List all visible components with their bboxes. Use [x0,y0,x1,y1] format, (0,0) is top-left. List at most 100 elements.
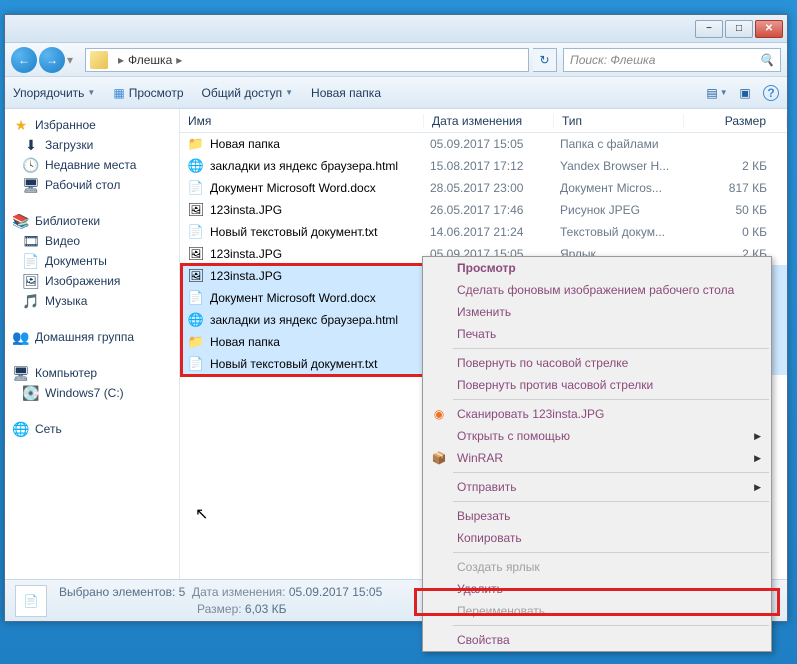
file-row[interactable]: 📄Новый текстовый документ.txt14.06.2017 … [180,221,787,243]
desktop-icon: 🖥 [23,177,39,193]
status-text: Выбрано элементов: 5 Дата изменения: 05.… [59,584,382,618]
path-segment[interactable]: Флешка [128,53,172,67]
column-size[interactable]: Размер [684,114,787,128]
ctx-copy[interactable]: Копировать [423,527,771,549]
library-icon: 📚 [13,213,29,229]
refresh-button[interactable]: ↻ [533,48,557,72]
search-placeholder: Поиск: Флешка [570,53,655,67]
html-icon: 🌐 [188,158,204,174]
txt-icon: 📄 [188,224,204,240]
view-menu-icon[interactable]: ▤▼ [707,83,727,103]
sidebar-favorites-header[interactable]: ★Избранное [5,115,179,135]
search-input[interactable]: Поиск: Флешка 🔍 [563,48,781,72]
selection-count: Выбрано элементов: 5 [59,585,185,599]
doc-icon: 📄 [188,180,204,196]
path-separator: ▸ [176,53,182,67]
ctx-scan[interactable]: ◉Сканировать 123insta.JPG [423,403,771,425]
sidebar-item-music[interactable]: 🎵Музыка [5,291,179,311]
file-row[interactable]: 🌐закладки из яндекс браузера.html15.08.2… [180,155,787,177]
mouse-cursor: ↖ [195,504,208,524]
ctx-separator [453,501,769,502]
preview-action[interactable]: ▦Просмотр [113,86,183,100]
file-row[interactable]: 📄Документ Microsoft Word.docx28.05.2017 … [180,177,787,199]
ctx-separator [453,348,769,349]
navigation-bar: ← → ▾ ▸ Флешка ▸ ↻ Поиск: Флешка 🔍 [5,43,787,77]
sidebar-item-downloads[interactable]: ⬇Загрузки [5,135,179,155]
sidebar-computer[interactable]: 🖥Компьютер [5,363,179,383]
sidebar-item-desktop[interactable]: 🖥Рабочий стол [5,175,179,195]
organize-menu[interactable]: Упорядочить▼ [13,86,95,100]
context-menu: Просмотр Сделать фоновым изображением ра… [422,256,772,652]
ctx-set-wallpaper[interactable]: Сделать фоновым изображением рабочего ст… [423,279,771,301]
ctx-separator [453,472,769,473]
ctx-send-to[interactable]: Отправить▶ [423,476,771,498]
ctx-cut[interactable]: Вырезать [423,505,771,527]
submenu-arrow-icon: ▶ [754,482,761,493]
ctx-create-shortcut: Создать ярлык [423,556,771,578]
back-button[interactable]: ← [11,47,37,73]
folder-icon: 📁 [188,334,204,350]
title-bar: − □ ✕ [5,15,787,43]
image-icon: 🖼 [23,273,39,289]
sidebar: ★Избранное ⬇Загрузки 🕓Недавние места 🖥Ра… [5,109,180,579]
selection-thumbnail: 📄 [15,585,47,617]
sidebar-libraries-header[interactable]: 📚Библиотеки [5,211,179,231]
preview-pane-icon[interactable]: ▣ [735,83,755,103]
homegroup-icon: 👥 [13,329,29,345]
ctx-rotate-ccw[interactable]: Повернуть против часовой стрелки [423,374,771,396]
avast-icon: ◉ [431,406,447,422]
file-row[interactable]: 📁Новая папка05.09.2017 15:05Папка с файл… [180,133,787,155]
video-icon: 🎞 [23,233,39,249]
search-icon: 🔍 [759,53,774,67]
maximize-button[interactable]: □ [725,20,753,38]
sidebar-homegroup[interactable]: 👥Домашняя группа [5,327,179,347]
column-date[interactable]: Дата изменения [424,114,554,128]
column-type[interactable]: Тип [554,114,684,128]
submenu-arrow-icon: ▶ [754,431,761,442]
sidebar-item-video[interactable]: 🎞Видео [5,231,179,251]
ctx-edit[interactable]: Изменить [423,301,771,323]
drive-icon: 💽 [23,385,39,401]
network-icon: 🌐 [13,421,29,437]
txt-icon: 📄 [188,356,204,372]
ctx-properties[interactable]: Свойства [423,629,771,651]
help-icon[interactable]: ? [763,85,779,101]
sidebar-network[interactable]: 🌐Сеть [5,419,179,439]
recent-icon: 🕓 [23,157,39,173]
column-headers: Имя Дата изменения Тип Размер [180,109,787,133]
file-row[interactable]: 🖼123insta.JPG26.05.2017 17:46Рисунок JPE… [180,199,787,221]
html-icon: 🌐 [188,312,204,328]
winrar-icon: 📦 [431,450,447,466]
history-dropdown-icon[interactable]: ▾ [67,53,81,67]
ctx-separator [453,399,769,400]
close-button[interactable]: ✕ [755,20,783,38]
ctx-delete[interactable]: Удалить [423,578,771,600]
shortcut-icon: 🖼 [188,246,204,262]
minimize-button[interactable]: − [695,20,723,38]
ctx-separator [453,552,769,553]
new-folder-action[interactable]: Новая папка [311,86,381,100]
address-bar[interactable]: ▸ Флешка ▸ [85,48,529,72]
star-icon: ★ [13,117,29,133]
ctx-print[interactable]: Печать [423,323,771,345]
doc-icon: 📄 [188,290,204,306]
toolbar: Упорядочить▼ ▦Просмотр Общий доступ▼ Нов… [5,77,787,109]
sidebar-item-recent[interactable]: 🕓Недавние места [5,155,179,175]
column-name[interactable]: Имя [180,114,424,128]
ctx-rename: Переименовать [423,600,771,622]
ctx-separator [453,625,769,626]
ctx-winrar[interactable]: 📦WinRAR▶ [423,447,771,469]
share-menu[interactable]: Общий доступ▼ [202,86,294,100]
sidebar-item-images[interactable]: 🖼Изображения [5,271,179,291]
download-icon: ⬇ [23,137,39,153]
submenu-arrow-icon: ▶ [754,453,761,464]
ctx-rotate-cw[interactable]: Повернуть по часовой стрелке [423,352,771,374]
ctx-preview[interactable]: Просмотр [423,257,771,279]
ctx-open-with[interactable]: Открыть с помощью▶ [423,425,771,447]
sidebar-item-documents[interactable]: 📄Документы [5,251,179,271]
image-icon: 🖼 [188,268,204,284]
document-icon: 📄 [23,253,39,269]
image-icon: 🖼 [188,202,204,218]
sidebar-item-drive-c[interactable]: 💽Windows7 (C:) [5,383,179,403]
forward-button[interactable]: → [39,47,65,73]
